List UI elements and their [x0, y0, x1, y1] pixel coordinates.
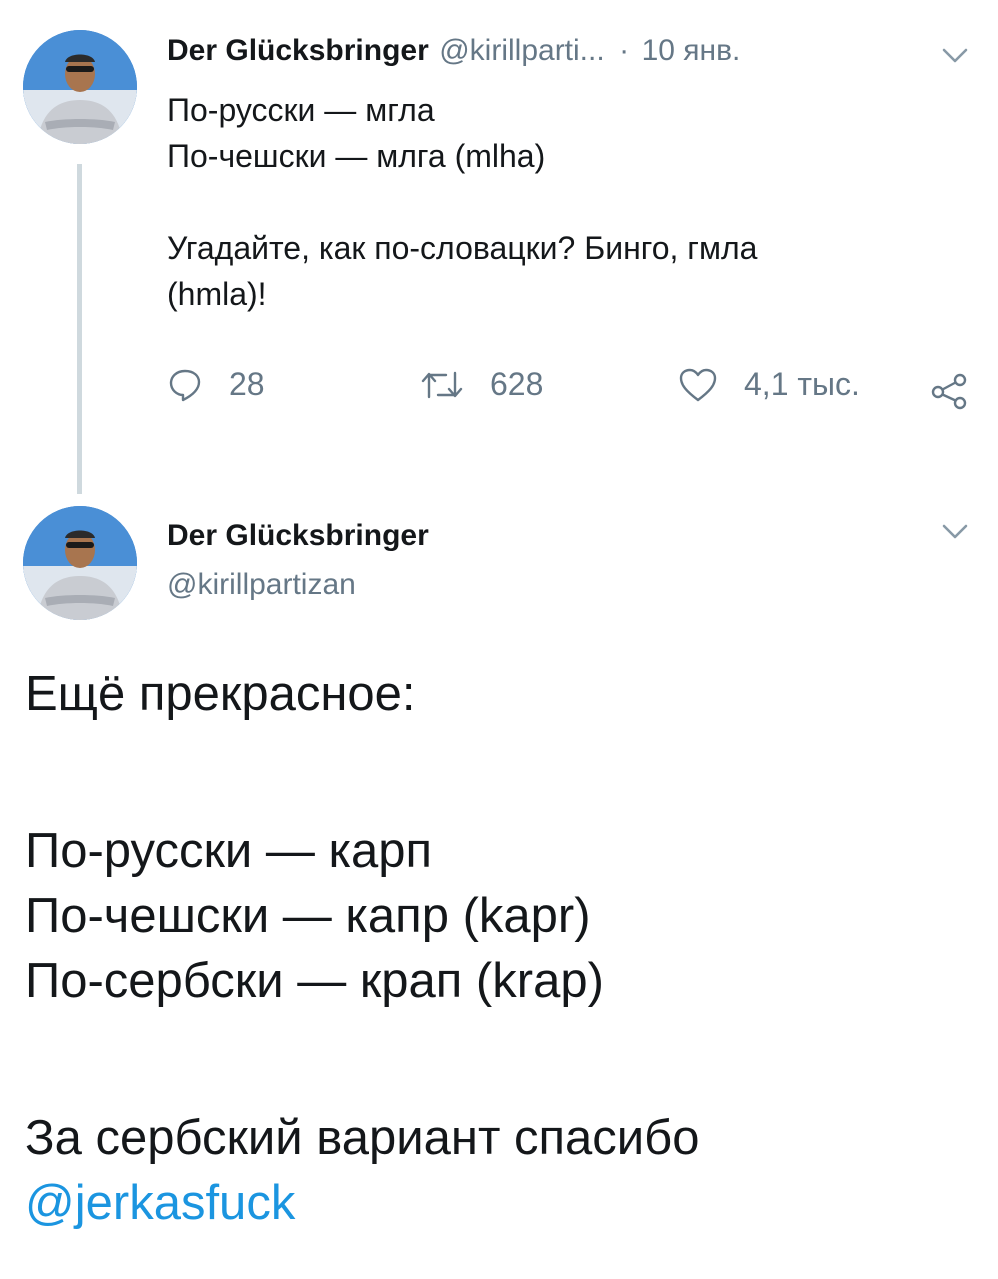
- heart-icon: [679, 368, 717, 401]
- chevron-down-icon[interactable]: [941, 522, 969, 547]
- tweet-text-line: По-русски — карп: [25, 824, 433, 878]
- tweet-text-line: [167, 179, 947, 225]
- separator-dot: ·: [619, 34, 630, 67]
- like-count: 4,1 тыс.: [744, 366, 860, 402]
- retweet-button[interactable]: 628: [420, 366, 543, 403]
- tweet-text-line: Угадайте, как по-словацки? Бинго, гмла: [167, 230, 758, 266]
- tweet-text-line: За сербский вариант спасибо: [25, 1111, 700, 1165]
- mention-link[interactable]: @jerkasfuck: [25, 1171, 975, 1236]
- author-handle[interactable]: @kirillparti...: [439, 34, 604, 67]
- author-name[interactable]: Der Glücksbringer: [167, 519, 429, 553]
- like-button[interactable]: 4,1 тыс.: [678, 366, 860, 403]
- avatar[interactable]: [23, 30, 137, 144]
- tweet2-text: Ещё прекрасное: По-русски — карп По-чешс…: [25, 662, 975, 1236]
- tweet-text-line: (hmla)!: [167, 276, 267, 312]
- tweet-text-line: По-сербски — крап (krap): [25, 954, 604, 1008]
- tweet1-header: Der Glücksbringer @kirillparti... · 10 я…: [167, 34, 740, 68]
- thread-connector-line: [77, 164, 82, 494]
- share-icon[interactable]: [930, 370, 970, 415]
- retweet-count: 628: [490, 366, 544, 402]
- avatar[interactable]: [23, 506, 137, 620]
- tweet-text-line: По-чешски — млга (mlha): [167, 138, 546, 174]
- reply-button[interactable]: 28: [167, 366, 265, 403]
- tweet1-text: По-русски — мгла По-чешски — млга (mlha)…: [167, 87, 947, 317]
- tweet-text-line: [25, 727, 975, 819]
- author-name[interactable]: Der Glücksbringer: [167, 34, 429, 67]
- retweet-icon: [421, 371, 463, 398]
- reply-icon: [169, 369, 201, 401]
- chevron-down-icon[interactable]: [941, 46, 969, 71]
- tweet-text-line: [25, 1014, 975, 1106]
- author-handle[interactable]: @kirillpartizan: [167, 568, 356, 602]
- reply-count: 28: [229, 366, 265, 402]
- tweet-text-line: Ещё прекрасное:: [25, 667, 416, 721]
- tweet-date[interactable]: 10 янв.: [642, 34, 741, 67]
- tweet-text-line: По-русски — мгла: [167, 92, 435, 128]
- tweet-text-line: По-чешски — капр (kapr): [25, 889, 591, 943]
